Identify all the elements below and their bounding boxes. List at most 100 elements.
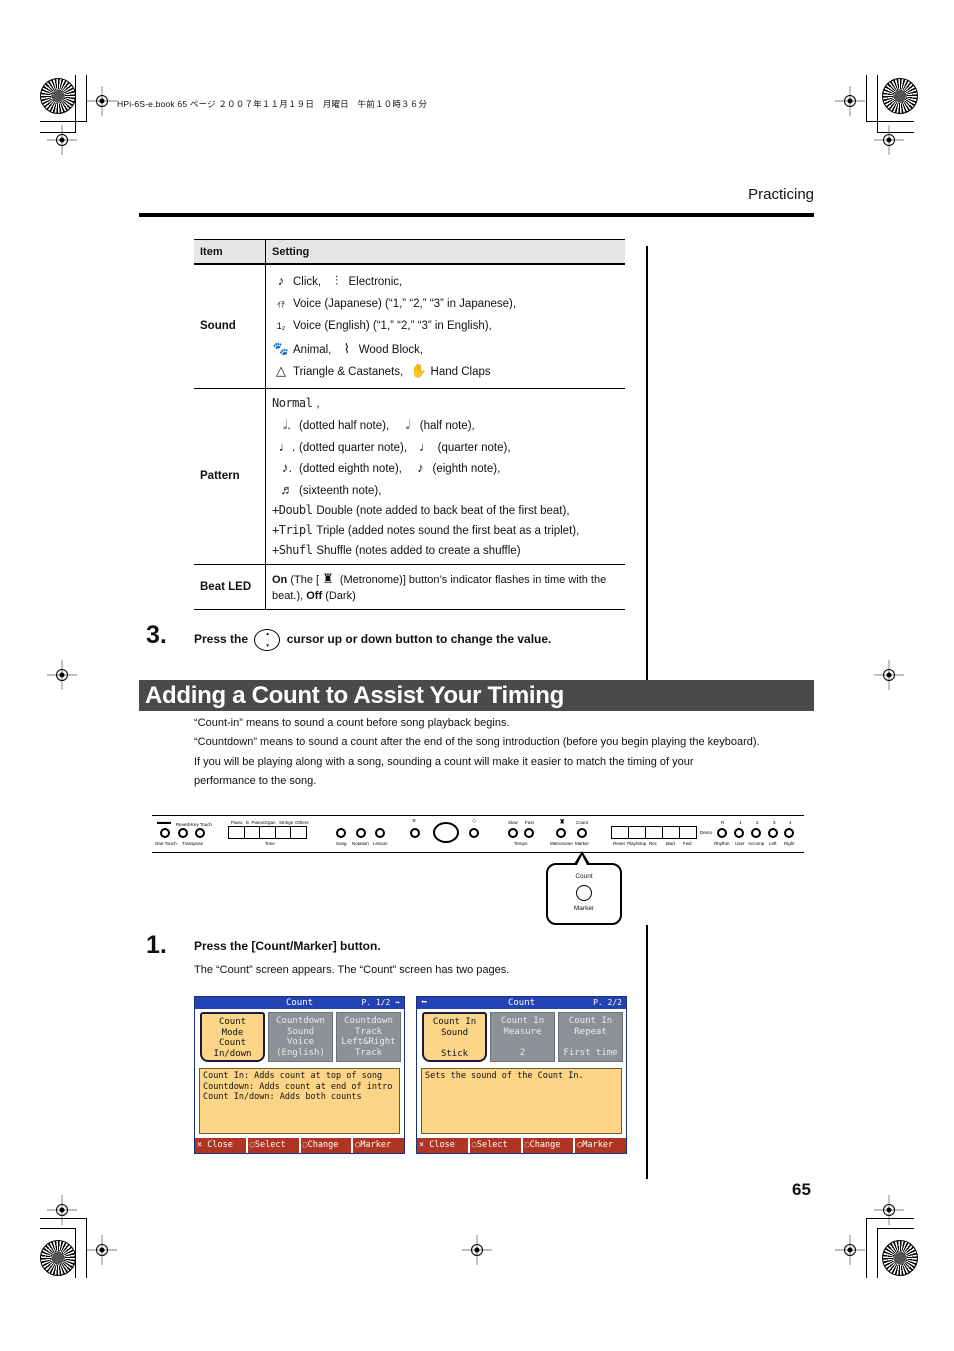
track-rhythm-button[interactable] <box>717 828 727 838</box>
note-label: (eighth note), <box>432 463 501 475</box>
wood-block-icon: ⌇ <box>343 340 350 356</box>
sound-voice-japanese-label: Voice (Japanese) (“1,” “2,” “3” in Japan… <box>293 297 517 310</box>
tempo-fast-button[interactable] <box>524 828 534 838</box>
page-number: 65 <box>792 1180 811 1199</box>
sound-wood-block-label: Wood Block, <box>358 343 424 356</box>
crop-line <box>75 1228 76 1278</box>
track-accomp-button[interactable] <box>751 828 761 838</box>
pattern-line: 𝅗𝅥. (dotted half note), 𝅗𝅥 (half note), <box>272 414 619 436</box>
crop-line <box>40 1228 76 1229</box>
tone-buttons[interactable] <box>228 826 307 839</box>
transport-label: Reset <box>613 841 625 846</box>
half-note-icon: 𝅗𝅥 <box>405 417 410 432</box>
close-button[interactable]: × Close <box>417 1138 468 1153</box>
track-left-button[interactable] <box>768 828 778 838</box>
song-button[interactable] <box>336 828 346 838</box>
section-paragraph: “Countdown” means to sound a count after… <box>194 736 760 748</box>
sound-electronic-label: Electronic, <box>348 276 403 288</box>
marker-button[interactable]: ○Marker <box>353 1138 404 1153</box>
metronome-button[interactable] <box>556 828 566 838</box>
count-marker-button-enlarged[interactable] <box>576 885 592 901</box>
track-user-button[interactable] <box>734 828 744 838</box>
one-touch-icon: ▬▬ <box>157 819 171 826</box>
header-rule <box>139 213 814 217</box>
sound-line: △ Triangle & Castanets, ✋ Hand Claps <box>272 360 619 383</box>
step-1-text: Press the [Count/Marker] button. <box>194 939 381 953</box>
tile-count-in-repeat[interactable]: Count In Repeat First time <box>558 1012 623 1062</box>
count-marker-button[interactable] <box>577 828 587 838</box>
tile-count-mode[interactable]: Count Mode Count In/down <box>200 1012 265 1062</box>
cursor-pad[interactable] <box>433 822 459 843</box>
marker-button[interactable]: ○Marker <box>575 1138 626 1153</box>
panel-label: Count <box>576 820 589 825</box>
tile-countdown-track[interactable]: Countdown Track Left&Right Track <box>336 1012 401 1062</box>
tone-label: Piano <box>231 820 243 825</box>
change-button[interactable]: ◌Change <box>300 1138 352 1153</box>
tile-count-in-measure[interactable]: Count In Measure 2 <box>490 1012 555 1062</box>
table-row-beat-led: Beat LED On (The [ ♜ (Metronome)] button… <box>194 564 625 610</box>
registration-crosshair-icon <box>87 1235 117 1265</box>
print-info: HPi-6S-e.book 65 ページ ２００７年１１月１９日 月曜日 午前１… <box>117 99 428 109</box>
crop-line <box>866 75 867 122</box>
track-number: 2 <box>756 820 759 825</box>
panel-label: Reverb <box>176 822 191 827</box>
panel-label: Marker <box>575 841 590 846</box>
setting-beat-led: On (The [ ♜ (Metronome)] button’s indica… <box>265 564 625 610</box>
callout-label-count: Count <box>575 873 593 880</box>
registration-crosshair-icon <box>874 1195 904 1225</box>
tile-countdown-sound[interactable]: Countdown Sound Voice (English) <box>268 1012 333 1062</box>
registration-crosshair-icon <box>87 86 117 116</box>
registration-target-bottom-left <box>40 1240 76 1276</box>
back-arrow-icon[interactable]: ⬅ <box>421 997 427 1009</box>
pattern-shuffle-label: Shuffle (notes added to create a shuffle… <box>316 545 521 557</box>
voice-japanese-icon: ｲﾁ <box>277 299 285 309</box>
select-button[interactable]: ◌Select <box>247 1138 299 1153</box>
pattern-line: +Shufl Shuffle (notes added to create a s… <box>272 540 619 560</box>
notation-button[interactable] <box>356 828 366 838</box>
key-touch-button[interactable] <box>195 828 205 838</box>
screen-description: Sets the sound of the Count In. <box>421 1068 622 1134</box>
crop-line <box>866 1218 914 1219</box>
panel-label: Demo <box>700 830 713 835</box>
item-beat-led: Beat LED <box>194 564 266 610</box>
screen-description: Count In: Adds count at top of song Coun… <box>199 1068 400 1134</box>
beat-led-off-text: (Dark) <box>325 589 356 602</box>
track-label: User <box>735 841 745 846</box>
lesson-button[interactable] <box>375 828 385 838</box>
sound-triangle-label: Triangle & Castanets, <box>293 366 404 378</box>
panel-label: × <box>412 818 417 825</box>
metronome-icon: ♜ <box>322 570 334 586</box>
transport-buttons[interactable] <box>611 826 697 839</box>
registration-target-top-left <box>40 78 76 114</box>
item-sound: Sound <box>194 264 266 389</box>
track-number: 4 <box>789 820 792 825</box>
change-button[interactable]: ◌Change <box>522 1138 574 1153</box>
track-number: 1 <box>739 820 742 825</box>
tempo-slow-button[interactable] <box>508 828 518 838</box>
count-screen-page-2: ⬅ Count P. 2/2 Count In Sound Stick Coun… <box>416 996 627 1154</box>
select-button[interactable]: ◌Select <box>469 1138 521 1153</box>
transport-label: Rec <box>649 841 658 846</box>
track-label: Accomp <box>748 841 765 846</box>
panel-label: Fast <box>525 820 534 825</box>
track-right-button[interactable] <box>784 828 794 838</box>
exit-button[interactable] <box>410 828 420 838</box>
step-1-subtext: The “Count” screen appears. The “Count” … <box>194 964 510 976</box>
one-touch-button[interactable] <box>160 828 170 838</box>
reverb-button[interactable] <box>178 828 188 838</box>
enter-button[interactable] <box>469 828 479 838</box>
pattern-normal-lcd: Normal <box>272 395 313 410</box>
beat-led-off: Off <box>306 589 323 602</box>
pattern-triple-label: Triple (added notes sound the first beat… <box>316 525 580 537</box>
panel-label: One Touch <box>155 841 177 846</box>
tile-count-in-sound[interactable]: Count In Sound Stick <box>422 1012 487 1062</box>
animal-icon: 🐾 <box>272 340 290 356</box>
section-title: Adding a Count to Assist Your Timing <box>139 680 814 711</box>
callout-pointer-inner <box>577 855 587 865</box>
registration-crosshair-icon <box>874 660 904 690</box>
step-number-1: 1. <box>146 931 167 959</box>
close-button[interactable]: × Close <box>195 1138 246 1153</box>
metronome-click-icon: ♪ <box>277 273 285 288</box>
page-indicator: P. 2/2 <box>593 998 622 1007</box>
sound-animal-label: Animal, <box>293 343 332 356</box>
